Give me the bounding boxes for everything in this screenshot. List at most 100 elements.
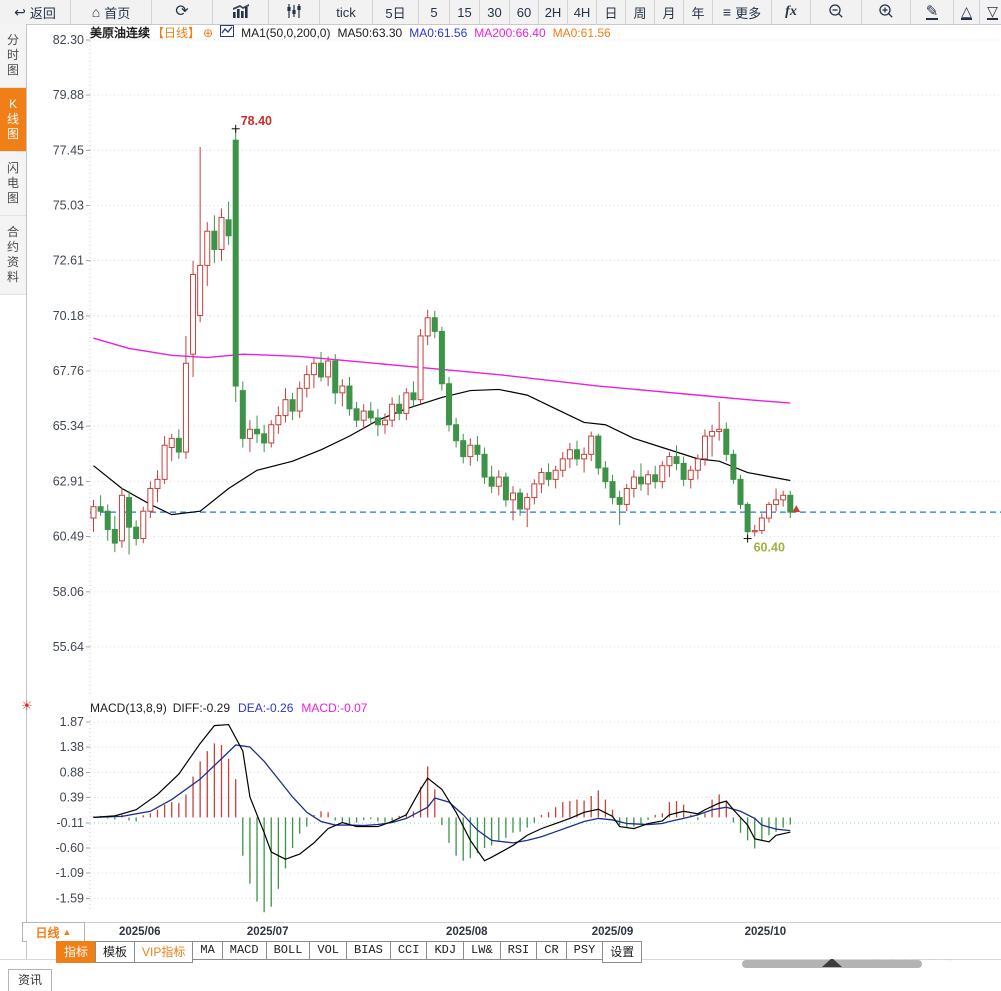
interval-60min-label: 60 <box>516 4 532 20</box>
draw-button[interactable]: ✎ <box>911 0 954 24</box>
period-tag: 【日线】 <box>152 26 201 40</box>
interval-year-label: 年 <box>691 5 705 21</box>
tab-cr[interactable]: CR <box>536 941 567 960</box>
triangle-up-icon: △ <box>961 2 972 20</box>
svg-text:60.49: 60.49 <box>53 530 84 544</box>
annotations-layer: 78.40 60.40 <box>231 114 801 555</box>
svg-text:82.30: 82.30 <box>53 33 84 47</box>
last-price-marker <box>792 505 801 513</box>
svg-text:55.64: 55.64 <box>53 640 84 654</box>
macd-dea-value: DEA:-0.26 <box>238 700 294 715</box>
interval-5day-button[interactable]: 5日 <box>373 0 419 24</box>
interval-month-button[interactable]: 月 <box>655 0 684 24</box>
tab-psy[interactable]: PSY <box>565 941 604 960</box>
fx-icon: fx <box>785 4 797 19</box>
tab-lw[interactable]: LW& <box>463 941 501 960</box>
top-toolbar: ↩ 返回 ⌂ 首页 ⟳ tick 5日 5 15 30 60 2H 4H 日 周 <box>0 0 1001 25</box>
triangle-down-tool-button[interactable]: ▽ <box>980 0 1001 24</box>
news-tab[interactable]: 资讯 <box>8 969 53 991</box>
interval-tick-button[interactable]: tick <box>320 0 373 24</box>
kline-macd-chart: 82.30 79.88 77.45 75.03 72.61 70.18 67.76 65.34… <box>53 33 1001 938</box>
interval-30min-button[interactable]: 30 <box>480 0 510 24</box>
interval-week-button[interactable]: 周 <box>626 0 655 24</box>
interval-15min-button[interactable]: 15 <box>450 0 480 24</box>
tab-indicator[interactable]: 指标 <box>56 941 97 963</box>
interval-4h-button[interactable]: 4H <box>568 0 597 24</box>
period-selector-arrow-icon: ▲ <box>62 927 72 937</box>
interval-year-button[interactable]: 年 <box>684 0 713 24</box>
trading-app-window: { "toolbar": { "back": "返回", "home": "首页… <box>0 0 1001 991</box>
tab-vip-indicator[interactable]: VIP指标 <box>134 941 194 963</box>
tab-cci[interactable]: CCI <box>389 941 428 960</box>
period-selector[interactable]: 日线 ▲ <box>22 922 85 942</box>
sidebar-item-lightning-chart[interactable]: 闪电图 <box>0 152 26 216</box>
low-price-annotation: 60.40 <box>754 541 785 555</box>
sidebar-item-contract-info[interactable]: 合约资料 <box>0 216 26 295</box>
candlestick-view-button[interactable] <box>269 0 320 24</box>
footer-row <box>0 969 1001 985</box>
triangle-up-tool-button[interactable]: △ <box>954 0 980 24</box>
ma50-value: MA50:63.30 <box>337 25 403 40</box>
sidebar-item-time-chart[interactable]: 分时图 <box>0 24 26 88</box>
tab-vol[interactable]: VOL <box>309 941 348 960</box>
tab-boll[interactable]: BOLL <box>265 941 311 960</box>
interval-2h-button[interactable]: 2H <box>539 0 568 24</box>
period-selector-label: 日线 <box>35 925 60 940</box>
interval-5min-label: 5 <box>430 4 438 20</box>
indicator-fx-button[interactable]: fx <box>772 0 811 24</box>
overlay-chart-icon[interactable] <box>220 25 235 40</box>
interval-4h-label: 4H <box>573 4 591 20</box>
diff-line <box>93 723 791 862</box>
refresh-icon: ⟳ <box>175 3 189 20</box>
macd-value: MACD:-0.07 <box>301 700 368 715</box>
candlestick-icon <box>286 3 302 21</box>
tab-rsi[interactable]: RSI <box>499 941 538 960</box>
interval-month-label: 月 <box>662 5 676 21</box>
svg-text:-0.11: -0.11 <box>56 816 84 830</box>
interval-tick-label: tick <box>336 4 356 20</box>
indicator-settings-gear-icon[interactable]: ⊕ <box>203 26 213 40</box>
more-button[interactable]: ≡ 更多 <box>713 0 772 24</box>
high-price-annotation: 78.40 <box>241 114 272 128</box>
hamburger-icon: ≡ <box>722 4 732 20</box>
macd-settings-icon[interactable]: ☀ <box>21 698 33 714</box>
svg-text:-1.59: -1.59 <box>56 891 85 905</box>
interval-15min-label: 15 <box>457 4 472 20</box>
home-button[interactable]: ⌂ 首页 <box>71 0 152 24</box>
svg-text:77.45: 77.45 <box>53 143 84 157</box>
macd-diff-value: DIFF:-0.29 <box>172 700 231 715</box>
macd-layer <box>92 723 791 913</box>
tab-kdj[interactable]: KDJ <box>426 941 465 960</box>
tab-template[interactable]: 模板 <box>95 941 136 963</box>
ma0-orange-value: MA0:61.56 <box>552 25 611 40</box>
sidebar-item-kline-chart[interactable]: K线图 <box>0 88 26 152</box>
bar-chart-icon <box>232 3 250 21</box>
home-icon: ⌂ <box>91 4 101 20</box>
tab-ma[interactable]: MA <box>192 941 223 960</box>
zoom-in-icon <box>878 3 894 22</box>
zoom-in-button[interactable] <box>862 0 911 24</box>
interval-60min-button[interactable]: 60 <box>510 0 539 24</box>
macd-header: MACD(13,8,9) DIFF:-0.29 DEA:-0.26 MACD:-… <box>90 700 367 715</box>
bar-chart-view-button[interactable] <box>213 0 269 24</box>
back-button[interactable]: ↩ 返回 <box>0 0 71 24</box>
symbol-name: 美原油连续 <box>90 26 151 40</box>
refresh-button[interactable]: ⟳ <box>152 0 213 24</box>
interval-2h-label: 2H <box>544 4 562 20</box>
tab-macd[interactable]: MACD <box>221 941 267 960</box>
date-axis-strip <box>27 922 1001 942</box>
zoom-out-button[interactable] <box>811 0 862 24</box>
interval-30min-label: 30 <box>487 4 502 20</box>
zoom-out-icon <box>828 3 844 22</box>
tab-settings[interactable]: 设置 <box>602 941 643 963</box>
tab-bias[interactable]: BIAS <box>346 941 391 960</box>
scrollbar-handle-icon[interactable] <box>822 958 842 967</box>
pencil-icon: ✎ <box>925 2 939 20</box>
back-label: 返回 <box>29 5 56 21</box>
macd-title: MACD(13,8,9) <box>90 700 167 715</box>
interval-day-button[interactable]: 日 <box>597 0 626 24</box>
price-chart-header: 美原油连续 【日线】 ⊕ MA1(50,0,200,0) MA50:63.30 … <box>90 25 611 40</box>
svg-text:72.61: 72.61 <box>53 254 84 268</box>
interval-5min-button[interactable]: 5 <box>419 0 450 24</box>
ma0-blue-value: MA0:61.56 <box>409 25 468 40</box>
